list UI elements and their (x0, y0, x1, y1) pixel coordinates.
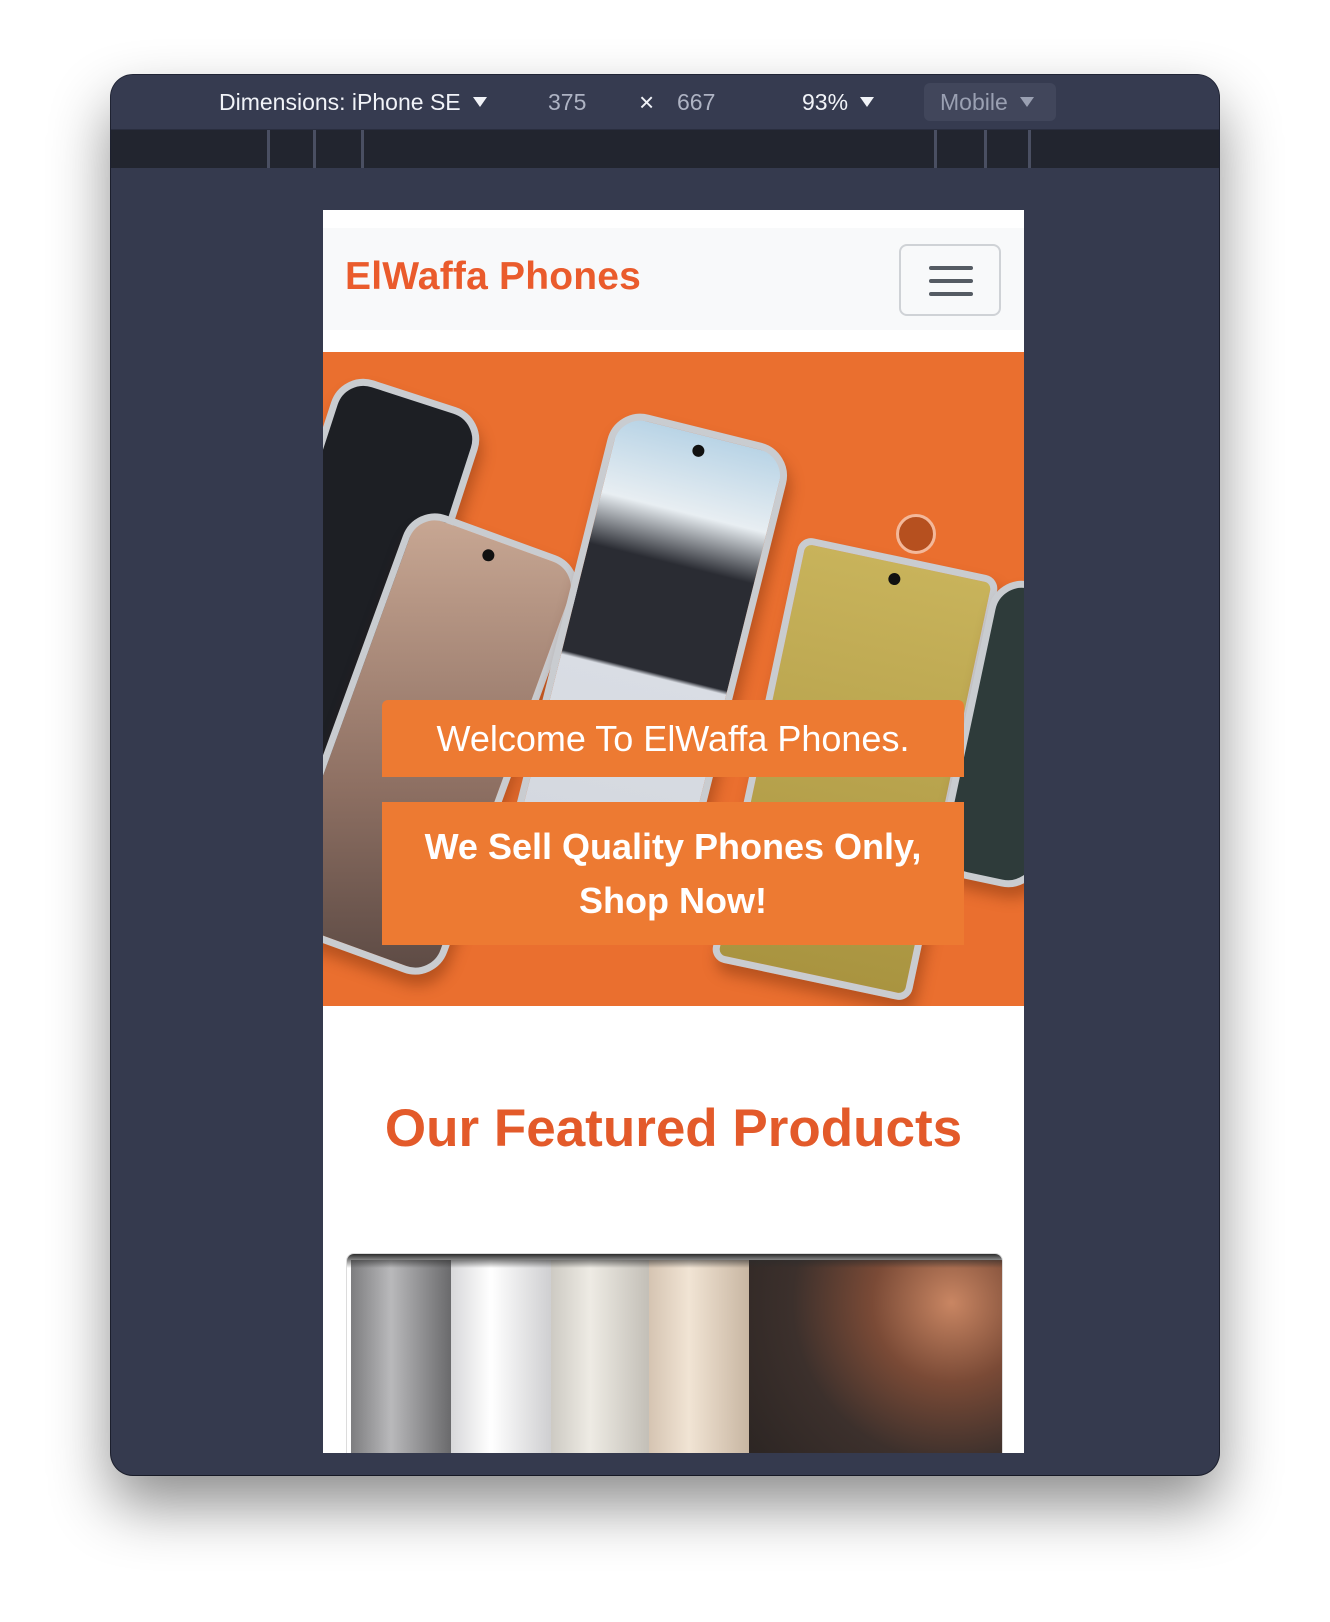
device-mode-label: Mobile (940, 89, 1008, 115)
device-dimensions-label: Dimensions: iPhone SE (219, 89, 461, 115)
camera-dot (887, 571, 902, 587)
mobile-viewport: ElWaffa Phones Welcome To ElWaffa Phones… (323, 210, 1024, 1453)
hero-carousel[interactable]: Welcome To ElWaffa Phones. We Sell Quali… (323, 352, 1024, 1006)
ruler-tick (934, 130, 937, 168)
ruler-tick (1028, 130, 1031, 168)
product-card[interactable] (346, 1253, 1003, 1453)
times-icon: × (639, 87, 655, 117)
chevron-down-icon (472, 96, 487, 107)
site-navbar: ElWaffa Phones (323, 228, 1024, 330)
hamburger-menu-icon (929, 266, 973, 270)
ruler-tick (267, 130, 270, 168)
camera-dot (691, 443, 706, 459)
camera-row (347, 1254, 1002, 1268)
hamburger-line (929, 279, 973, 283)
chevron-down-icon (860, 96, 875, 107)
hamburger-line (929, 292, 973, 296)
hero-caption-title: Welcome To ElWaffa Phones. (382, 700, 964, 777)
camera-dot (480, 547, 497, 563)
carousel-indicator[interactable] (896, 514, 936, 554)
height-input[interactable]: 667 (677, 75, 715, 129)
phone-color-strip (551, 1260, 649, 1453)
device-toolbar: Dimensions: iPhone SE 375 × 667 93% Mobi… (111, 75, 1219, 130)
featured-products-heading: Our Featured Products (384, 1099, 963, 1158)
hero-caption-text: We Sell Quality Phones Only, Shop Now! (382, 802, 964, 945)
zoom-label: 93% (802, 89, 849, 115)
site-brand[interactable]: ElWaffa Phones (345, 255, 641, 299)
zoom-select[interactable]: 93% (802, 75, 875, 129)
chevron-down-icon (1019, 96, 1034, 107)
phone-color-strip (451, 1260, 551, 1453)
phone-color-strip (649, 1260, 749, 1453)
phone-color-strip (749, 1260, 1002, 1453)
devtools-window: Dimensions: iPhone SE 375 × 667 93% Mobi… (111, 75, 1219, 1475)
navbar-toggler-button[interactable] (899, 244, 1001, 316)
phone-color-strip (351, 1260, 451, 1453)
ruler-tick (361, 130, 364, 168)
width-input[interactable]: 375 (548, 75, 586, 129)
media-query-ruler[interactable] (111, 130, 1219, 168)
ruler-tick (984, 130, 987, 168)
ruler-tick (313, 130, 316, 168)
device-mode-select[interactable]: Mobile (924, 83, 1056, 121)
device-dimensions-select[interactable]: Dimensions: iPhone SE (219, 75, 487, 129)
